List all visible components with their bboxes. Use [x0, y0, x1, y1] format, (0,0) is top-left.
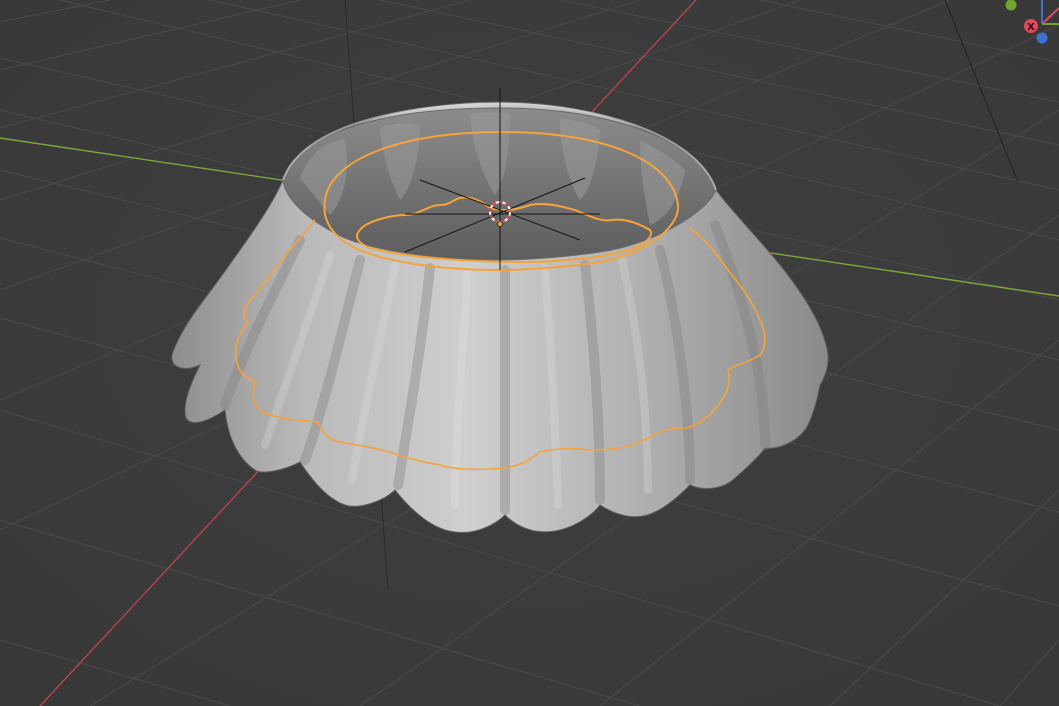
gizmo-x-label: X — [1027, 22, 1035, 33]
gizmo-y-negative-handle[interactable] — [1005, 0, 1017, 11]
3d-viewport[interactable]: X — [0, 0, 1059, 706]
viewport-scene[interactable] — [0, 0, 1059, 706]
object-origin-icon[interactable] — [497, 221, 503, 227]
gizmo-z-negative-handle[interactable] — [1036, 32, 1048, 44]
navigation-gizmo[interactable]: X — [999, 0, 1059, 50]
